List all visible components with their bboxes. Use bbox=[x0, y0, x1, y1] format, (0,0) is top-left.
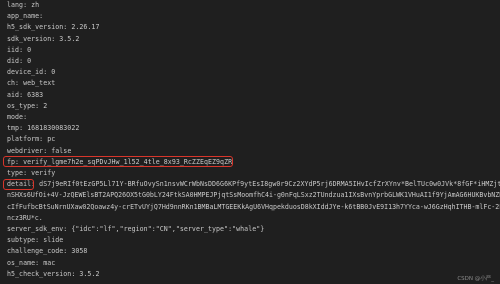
param-row-platform: platform: pc bbox=[7, 135, 56, 144]
csdn-watermark: CSDN @小严_ bbox=[457, 276, 494, 282]
param-row-app-name: app_name: bbox=[7, 12, 44, 21]
param-row-did: did: 0 bbox=[7, 57, 32, 65]
param-row-h5-check-version: h5_check_version: 3.5.2 bbox=[7, 269, 100, 278]
param-row-lang: lang: zh bbox=[7, 1, 40, 9]
param-row-h5-sdk-version: h5_sdk_version: 2.26.17 bbox=[7, 23, 100, 32]
param-row-challenge-code: challenge_code: 3058 bbox=[7, 247, 88, 256]
param-row-type: type: verify bbox=[7, 169, 56, 177]
param-row-detail: detail: dS7j9eRIf0tEzGP5Ll71Y-BRfuOvySn1… bbox=[7, 180, 500, 189]
param-row-subtype: subtype: slide bbox=[7, 236, 64, 245]
param-row-mode: mode: bbox=[7, 113, 28, 121]
param-row-webdriver: webdriver: false bbox=[7, 146, 72, 155]
param-row-os-type: os_type: 2 bbox=[7, 101, 48, 110]
param-row-server-sdk-env: server_sdk_env: {"idc":"lf","region":"CN… bbox=[7, 225, 265, 233]
detail-continuation-3: ncz3RU*c. bbox=[7, 213, 43, 222]
param-row-ch: ch: web_text bbox=[7, 79, 56, 88]
param-row-aid: aid: 6383 bbox=[7, 90, 44, 99]
param-row-device-id: device_id: 0 bbox=[7, 68, 56, 77]
param-row-os-name: os_name: mac bbox=[7, 258, 56, 267]
detail-continuation-1: nSHXs6UfOi+4V-JzQEWElsBT2APQ26OX5tG0bLY2… bbox=[7, 191, 500, 200]
param-row-iid: iid: 0 bbox=[7, 45, 32, 54]
param-row-tmp: tmp: 1681830083022 bbox=[7, 124, 80, 133]
param-row-sdk-version: sdk_version: 3.5.2 bbox=[7, 34, 80, 43]
param-row-fp: fp: verify_lgme7h2e_sqPDvJHw_1l52_4tle_8… bbox=[7, 157, 233, 166]
detail-continuation-2: cIfFufbcBtSuNrnUXaw02Qoawz4y-crETvUYjQ7H… bbox=[7, 202, 500, 211]
devtools-params-panel: lang: zh app_name: h5_sdk_version: 2.26.… bbox=[0, 0, 500, 284]
